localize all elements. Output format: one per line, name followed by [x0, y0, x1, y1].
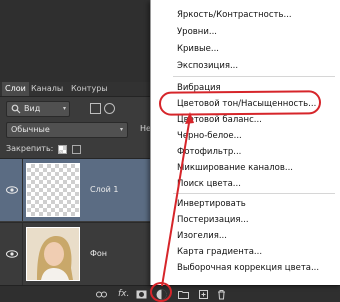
menu-item[interactable]: Яркость/Контрастность...	[177, 8, 292, 22]
menu-item[interactable]: Черно-белое...	[177, 129, 242, 143]
chevron-down-icon: ▾	[119, 126, 123, 133]
menu-item[interactable]: Постеризация...	[177, 213, 249, 227]
tab-channels[interactable]: Каналы	[28, 82, 66, 96]
top-area	[0, 0, 155, 82]
menu-item[interactable]: Изогелия...	[177, 229, 227, 243]
menu-item[interactable]: Инвертировать	[177, 197, 246, 211]
menu-item[interactable]: Микширование каналов...	[177, 161, 293, 175]
highlight-ellipse	[158, 90, 322, 116]
menu-separator	[173, 193, 335, 194]
eye-icon[interactable]	[6, 186, 18, 194]
new-layer-icon[interactable]	[198, 289, 209, 300]
lock-label: Закрепить:	[6, 144, 54, 153]
lock-transparency-icon[interactable]	[58, 145, 67, 154]
pixel-filter-icon[interactable]	[90, 103, 101, 114]
tab-paths[interactable]: Контуры	[68, 82, 111, 96]
search-icon	[11, 104, 21, 114]
layer-thumbnail-transparent	[26, 163, 80, 217]
menu-item[interactable]: Поиск цвета...	[177, 177, 241, 191]
trash-icon[interactable]	[216, 289, 227, 300]
photoshop-window: Слои Каналы Контуры Вид ▾ Обычные ▾ Закр…	[0, 0, 340, 302]
blend-mode-label: Обычные	[11, 125, 50, 134]
divider	[22, 223, 23, 285]
mask-icon[interactable]	[136, 289, 147, 300]
lock-pixels-icon[interactable]	[72, 145, 81, 154]
chevron-down-icon: ▾	[62, 105, 66, 112]
layer-thumbnail-photo	[26, 227, 80, 281]
menu-item[interactable]: Выборочная коррекция цвета...	[177, 261, 319, 275]
divider	[22, 159, 23, 221]
tab-layers[interactable]: Слои	[2, 82, 29, 96]
menu-item[interactable]: Карта градиента...	[177, 245, 262, 259]
layer-name: Слой 1	[90, 185, 119, 194]
filter-kind-select[interactable]: Вид ▾	[6, 101, 70, 117]
link-icon[interactable]	[96, 289, 107, 300]
menu-item[interactable]: Экспозиция...	[177, 59, 238, 73]
menu-separator	[173, 76, 335, 77]
callout-circle	[150, 282, 172, 302]
portrait-photo	[27, 228, 79, 280]
adjustment-menu: Яркость/Контрастность... Уровни... Кривы…	[150, 0, 340, 285]
menu-item[interactable]: Кривые...	[177, 42, 219, 56]
fx-icon[interactable]: fx.	[118, 286, 129, 302]
blend-mode-select[interactable]: Обычные ▾	[6, 122, 128, 138]
eye-icon[interactable]	[6, 250, 18, 258]
adjustment-filter-icon[interactable]	[104, 103, 115, 114]
folder-icon[interactable]	[178, 289, 189, 300]
menu-item[interactable]: Фотофильтр...	[177, 145, 241, 159]
menu-item[interactable]: Уровни...	[177, 25, 217, 39]
layer-name: Фон	[90, 249, 108, 258]
filter-kind-label: Вид	[24, 104, 41, 113]
